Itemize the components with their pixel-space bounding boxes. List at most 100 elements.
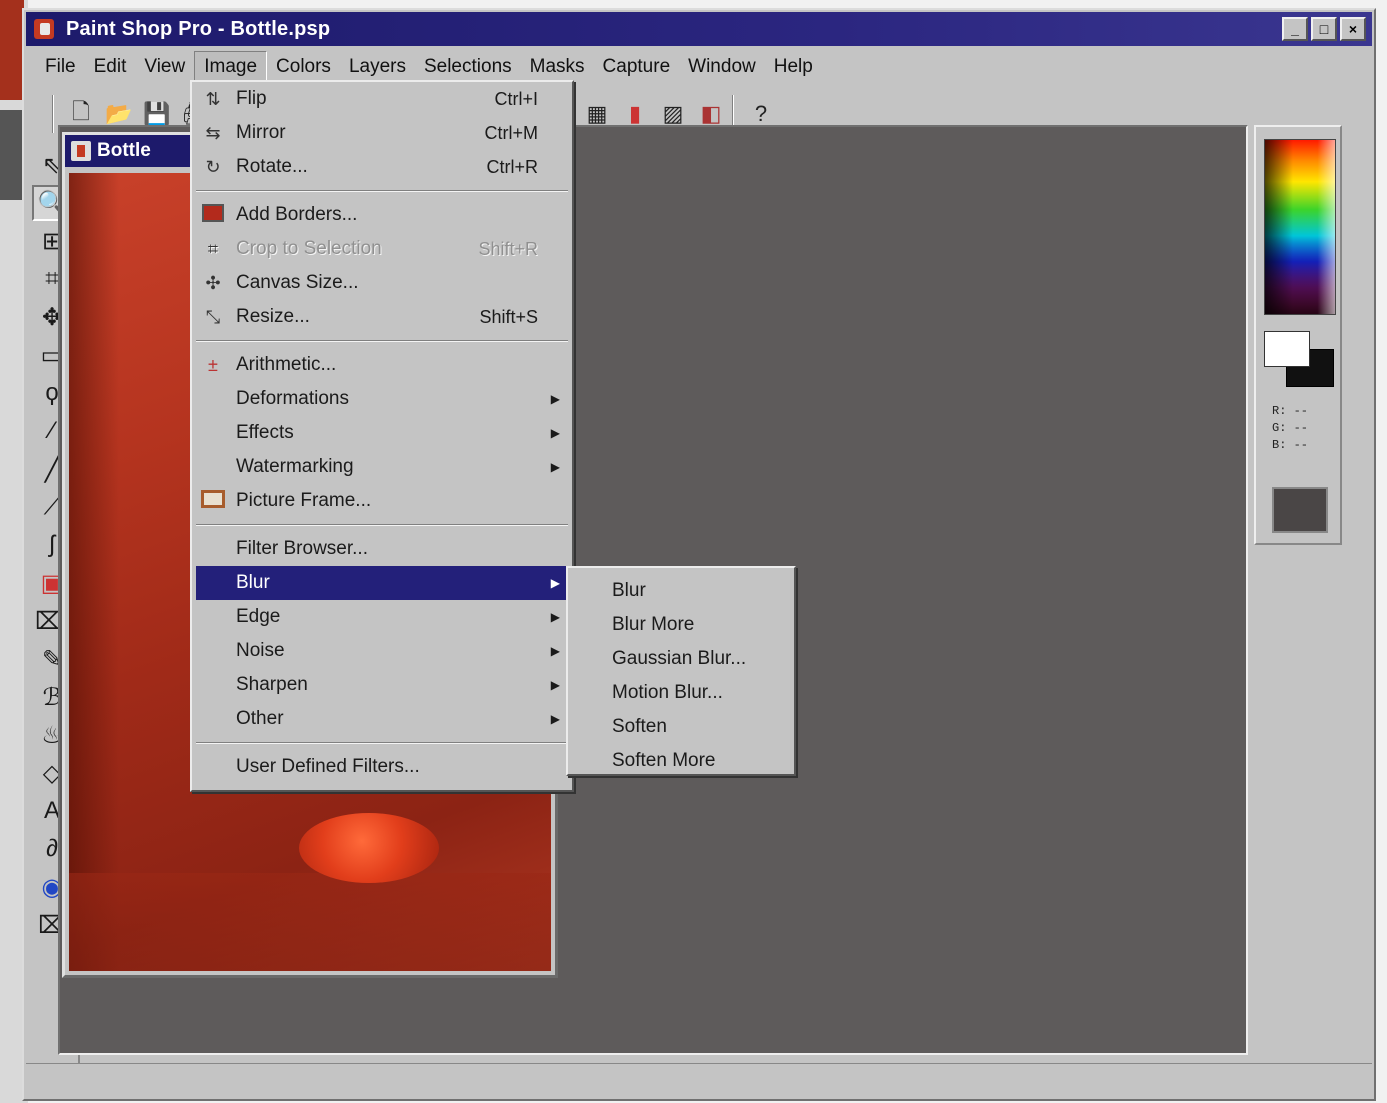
submenu-item-soften-more[interactable]: Soften More (568, 744, 794, 778)
menu-item-mirror[interactable]: ⇆ Mirror Ctrl+M (192, 116, 572, 150)
menu-item-noise[interactable]: Noise ▶ (192, 634, 572, 668)
menu-item-sharpen[interactable]: Sharpen ▶ (192, 668, 572, 702)
color-swatches (1264, 331, 1336, 389)
submenu-item-blur[interactable]: Blur (568, 574, 794, 608)
foreground-color-swatch[interactable] (1264, 331, 1310, 367)
color-preview (1272, 487, 1328, 533)
menu-item-label: Add Borders... (236, 204, 358, 225)
submenu-arrow-icon: ▶ (550, 460, 560, 474)
menu-item-label: Deformations (236, 388, 349, 409)
submenu-item-soften[interactable]: Soften (568, 710, 794, 744)
menu-item-canvas-size[interactable]: ✣ Canvas Size... (192, 266, 572, 300)
menu-selections[interactable]: Selections (415, 52, 521, 82)
menu-item-label: Noise (236, 640, 285, 661)
rgb-readout-r: R: -- (1272, 404, 1309, 418)
menu-item-label: Rotate... (236, 156, 308, 177)
document-title: Bottle (97, 140, 151, 161)
menu-edit[interactable]: Edit (85, 52, 136, 82)
mirror-icon: ⇆ (205, 123, 221, 143)
menu-item-watermarking[interactable]: Watermarking ▶ (192, 450, 572, 484)
menu-separator (192, 518, 572, 532)
canvas-size-icon: ✣ (205, 273, 221, 293)
menu-separator (192, 184, 572, 198)
image-tomato (299, 813, 439, 883)
menu-item-resize[interactable]: ⤡ Resize... Shift+S (192, 300, 572, 334)
document-icon (71, 141, 91, 161)
menu-image[interactable]: Image (194, 51, 268, 83)
menu-separator (192, 736, 572, 750)
menu-masks[interactable]: Masks (521, 52, 594, 82)
maximize-button[interactable]: □ (1311, 17, 1337, 41)
menu-item-filter-browser[interactable]: Filter Browser... (192, 532, 572, 566)
submenu-arrow-icon: ▶ (550, 392, 560, 406)
submenu-arrow-icon: ▶ (550, 610, 560, 624)
menu-item-label: Effects (236, 422, 294, 443)
arithmetic-icon: ± (208, 355, 218, 375)
menu-item-shortcut: Shift+S (479, 306, 538, 327)
status-bar (26, 1063, 1372, 1097)
menu-item-label: Crop to Selection (236, 238, 382, 259)
menu-capture[interactable]: Capture (594, 52, 680, 82)
menu-window[interactable]: Window (679, 52, 765, 82)
menu-item-label: Watermarking (236, 456, 354, 477)
menu-item-label: User Defined Filters... (236, 756, 420, 777)
menu-item-shortcut: Ctrl+I (494, 88, 538, 109)
menu-separator (192, 334, 572, 348)
menu-layers[interactable]: Layers (340, 52, 415, 82)
menu-item-label: Blur (236, 572, 270, 593)
rgb-readout: R: -- G: -- B: -- (1264, 403, 1336, 473)
menu-item-label: Other (236, 708, 284, 729)
desktop-backdrop-dark (0, 110, 24, 200)
minimize-button[interactable]: _ (1282, 17, 1308, 41)
rotate-icon: ↻ (205, 157, 221, 177)
menu-item-other[interactable]: Other ▶ (192, 702, 572, 736)
picture-frame-icon (200, 490, 226, 512)
image-menu: ⇅ Flip Ctrl+I ⇆ Mirror Ctrl+M ↻ Rotate..… (190, 80, 574, 792)
color-spectrum[interactable] (1264, 139, 1336, 315)
add-borders-icon (200, 204, 226, 226)
menu-item-shortcut: Ctrl+R (486, 156, 538, 177)
toolbar-grip[interactable] (52, 95, 54, 133)
menu-file[interactable]: File (36, 52, 85, 82)
submenu-item-motion-blur[interactable]: Motion Blur... (568, 676, 794, 710)
desktop-backdrop-photo (0, 0, 24, 100)
submenu-arrow-icon: ▶ (550, 426, 560, 440)
menu-view[interactable]: View (135, 52, 194, 82)
menu-item-label: Canvas Size... (236, 272, 359, 293)
menu-item-deformations[interactable]: Deformations ▶ (192, 382, 572, 416)
menu-item-label: Picture Frame... (236, 490, 372, 511)
submenu-arrow-icon: ▶ (550, 712, 560, 726)
menu-item-arithmetic[interactable]: ± Arithmetic... (192, 348, 572, 382)
window-controls: _ □ × (1282, 17, 1366, 41)
menu-item-add-borders[interactable]: Add Borders... (192, 198, 572, 232)
blur-submenu: Blur Blur More Gaussian Blur... Motion B… (566, 566, 796, 776)
image-shadow (69, 173, 119, 971)
title-bar[interactable]: Paint Shop Pro - Bottle.psp _ □ × (26, 12, 1372, 46)
menu-item-label: Edge (236, 606, 281, 627)
resize-icon: ⤡ (205, 307, 221, 327)
menu-item-shortcut: Ctrl+M (484, 122, 539, 143)
menu-item-user-defined-filters[interactable]: User Defined Filters... (192, 750, 572, 784)
rgb-readout-b: B: -- (1272, 438, 1309, 452)
menu-item-picture-frame[interactable]: Picture Frame... (192, 484, 572, 518)
submenu-item-gaussian-blur[interactable]: Gaussian Blur... (568, 642, 794, 676)
menu-item-blur[interactable]: Blur ▶ (196, 566, 568, 600)
menu-item-effects[interactable]: Effects ▶ (192, 416, 572, 450)
menu-item-flip[interactable]: ⇅ Flip Ctrl+I (192, 82, 572, 116)
submenu-item-blur-more[interactable]: Blur More (568, 608, 794, 642)
menu-bar: File Edit View Image Colors Layers Selec… (26, 50, 1372, 84)
menu-item-edge[interactable]: Edge ▶ (192, 600, 572, 634)
menu-help[interactable]: Help (765, 52, 822, 82)
submenu-arrow-icon: ▶ (550, 678, 560, 692)
menu-item-label: Arithmetic... (236, 354, 337, 375)
app-icon[interactable] (32, 17, 58, 41)
menu-item-shortcut: Shift+R (478, 238, 538, 259)
menu-colors[interactable]: Colors (267, 52, 340, 82)
menu-item-crop-to-selection: ⌗ Crop to Selection Shift+R (192, 232, 572, 266)
menu-item-label: Resize... (236, 306, 310, 327)
image-table (69, 873, 551, 971)
submenu-arrow-icon: ▶ (550, 644, 560, 658)
close-button[interactable]: × (1340, 17, 1366, 41)
flip-icon: ⇅ (205, 89, 221, 109)
menu-item-rotate[interactable]: ↻ Rotate... Ctrl+R (192, 150, 572, 184)
